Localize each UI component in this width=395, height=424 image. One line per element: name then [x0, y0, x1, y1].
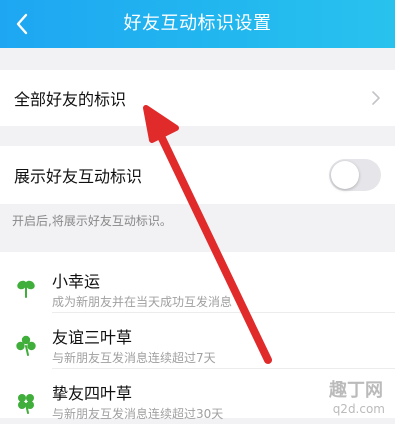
site-watermark-logo: 趣丁网 q2d.com: [319, 376, 391, 416]
top-bar: 好友互动标识设置: [0, 0, 395, 48]
watermark-url: q2d.com: [332, 402, 385, 416]
badge-description: 与新朋友互发消息连续超过7天: [52, 351, 216, 365]
show-interaction-badge-toggle[interactable]: [329, 159, 381, 191]
toggle-hint-text: 开启后,将展示好友互动标识。: [12, 214, 172, 228]
all-friends-badge-row[interactable]: 全部好友的标识: [0, 70, 395, 126]
all-friends-badge-label: 全部好友的标识: [14, 90, 127, 109]
badge-name: 友谊三叶草: [52, 328, 133, 347]
show-interaction-badge-row: 展示好友互动标识: [0, 146, 395, 204]
badge-description: 成为新朋友并在当天成功互发消息: [52, 295, 233, 309]
three-leaf-clover-icon: [16, 335, 36, 356]
badge-name: 挚友四叶草: [52, 384, 133, 403]
badge-description: 与新朋友互发消息连续超过30天: [52, 407, 224, 421]
toggle-knob: [331, 161, 359, 189]
badge-name: 小幸运: [52, 272, 101, 291]
watermark-text: 趣丁网: [329, 380, 383, 401]
four-leaf-clover-icon: [18, 394, 34, 414]
list-item: 友谊三叶草 与新朋友互发消息连续超过7天: [0, 312, 395, 368]
show-interaction-badge-label: 展示好友互动标识: [14, 167, 143, 186]
two-leaf-clover-icon: [17, 280, 35, 298]
chevron-right-icon: [372, 91, 380, 105]
page-title: 好友互动标识设置: [123, 13, 272, 34]
list-item: 小幸运 成为新朋友并在当天成功互发消息: [0, 256, 395, 312]
